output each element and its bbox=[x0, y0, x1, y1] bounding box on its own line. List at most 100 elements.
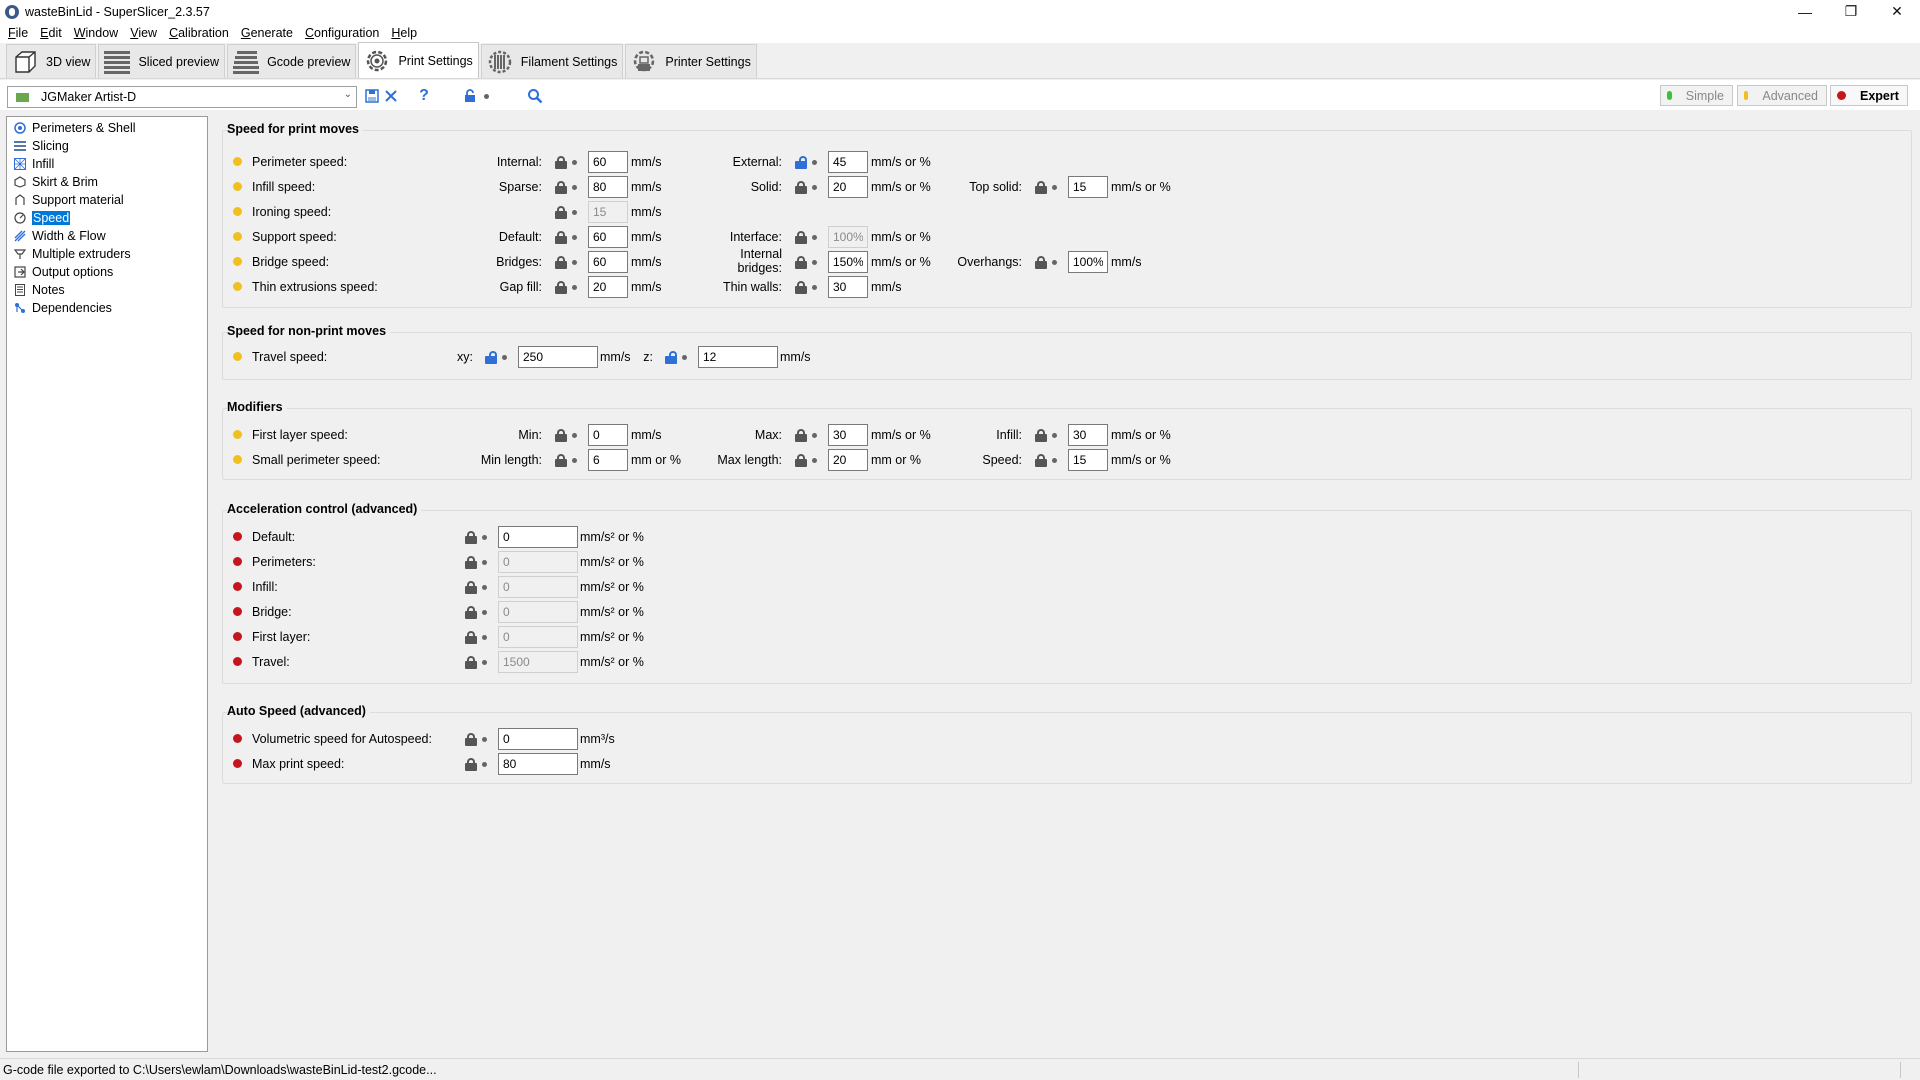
small-perim-min-length-input[interactable] bbox=[588, 449, 628, 471]
accel-first-layer-input[interactable] bbox=[498, 626, 578, 648]
sidebar-item-infill[interactable]: Infill bbox=[7, 155, 207, 173]
reset-dot-icon[interactable] bbox=[812, 185, 817, 190]
lock-icon[interactable] bbox=[795, 429, 807, 442]
reset-dot-icon[interactable] bbox=[572, 458, 577, 463]
lock-icon[interactable] bbox=[465, 656, 477, 669]
mode-expert-button[interactable]: Expert bbox=[1830, 85, 1908, 106]
mode-simple-button[interactable]: Simple bbox=[1660, 85, 1733, 106]
delete-preset-icon[interactable] bbox=[383, 88, 399, 104]
reset-dot-icon[interactable] bbox=[482, 610, 487, 615]
unlocked-icon[interactable] bbox=[795, 156, 807, 169]
lock-icon[interactable] bbox=[555, 181, 567, 194]
minimize-button[interactable]: — bbox=[1782, 0, 1828, 23]
reset-dot-icon[interactable] bbox=[1052, 260, 1057, 265]
lock-icon[interactable] bbox=[795, 181, 807, 194]
tab-printer-settings[interactable]: Printer Settings bbox=[625, 44, 757, 78]
reset-dot-icon[interactable] bbox=[482, 635, 487, 640]
reset-dot-icon[interactable] bbox=[1052, 458, 1057, 463]
small-perim-speed-input[interactable] bbox=[1068, 449, 1108, 471]
save-preset-icon[interactable] bbox=[364, 88, 380, 104]
menu-window[interactable]: Window bbox=[68, 26, 124, 40]
lock-icon[interactable] bbox=[1035, 454, 1047, 467]
sidebar-item-support[interactable]: Support material bbox=[7, 191, 207, 209]
lock-icon[interactable] bbox=[465, 758, 477, 771]
tab-filament-settings[interactable]: Filament Settings bbox=[480, 44, 624, 78]
reset-dot-icon[interactable] bbox=[572, 160, 577, 165]
mode-advanced-button[interactable]: Advanced bbox=[1737, 85, 1827, 106]
accel-perimeters-input[interactable] bbox=[498, 551, 578, 573]
menu-file[interactable]: File bbox=[2, 26, 34, 40]
reset-dot-icon[interactable] bbox=[682, 355, 687, 360]
lock-icon[interactable] bbox=[1035, 181, 1047, 194]
sidebar-item-notes[interactable]: Notes bbox=[7, 281, 207, 299]
accel-default-input[interactable] bbox=[498, 526, 578, 548]
menu-calibration[interactable]: Calibration bbox=[163, 26, 235, 40]
lock-icon[interactable] bbox=[795, 454, 807, 467]
reset-dot-icon[interactable] bbox=[572, 260, 577, 265]
lock-legend-icon[interactable] bbox=[462, 88, 478, 104]
lock-icon[interactable] bbox=[555, 156, 567, 169]
reset-dot-icon[interactable] bbox=[572, 210, 577, 215]
perimeter-internal-input[interactable] bbox=[588, 151, 628, 173]
reset-dot-icon[interactable] bbox=[482, 737, 487, 742]
lock-icon[interactable] bbox=[465, 606, 477, 619]
reset-dot-icon[interactable] bbox=[502, 355, 507, 360]
print-preset-select[interactable]: JGMaker Artist-D ⌄ bbox=[7, 86, 357, 108]
menu-view[interactable]: View bbox=[124, 26, 163, 40]
max-print-speed-input[interactable] bbox=[498, 753, 578, 775]
menu-generate[interactable]: Generate bbox=[235, 26, 299, 40]
reset-dot-icon[interactable] bbox=[572, 235, 577, 240]
first-layer-max-input[interactable] bbox=[828, 424, 868, 446]
lock-icon[interactable] bbox=[555, 429, 567, 442]
lock-icon[interactable] bbox=[795, 256, 807, 269]
reset-dot-icon[interactable] bbox=[482, 762, 487, 767]
lock-icon[interactable] bbox=[555, 281, 567, 294]
unlocked-icon[interactable] bbox=[665, 351, 677, 364]
lock-icon[interactable] bbox=[465, 631, 477, 644]
lock-icon[interactable] bbox=[465, 556, 477, 569]
lock-icon[interactable] bbox=[465, 531, 477, 544]
sidebar-item-perimeters[interactable]: Perimeters & Shell bbox=[7, 119, 207, 137]
accel-bridge-input[interactable] bbox=[498, 601, 578, 623]
reset-dot-icon[interactable] bbox=[812, 285, 817, 290]
lock-icon[interactable] bbox=[555, 256, 567, 269]
lock-icon[interactable] bbox=[555, 231, 567, 244]
travel-xy-input[interactable] bbox=[518, 346, 598, 368]
reset-dot-icon[interactable] bbox=[482, 535, 487, 540]
reset-dot-icon[interactable] bbox=[572, 185, 577, 190]
lock-icon[interactable] bbox=[1035, 429, 1047, 442]
infill-top-solid-input[interactable] bbox=[1068, 176, 1108, 198]
sidebar-item-skirt-brim[interactable]: Skirt & Brim bbox=[7, 173, 207, 191]
tab-sliced-preview[interactable]: Sliced preview bbox=[98, 44, 226, 78]
overhangs-input[interactable] bbox=[1068, 251, 1108, 273]
close-button[interactable]: ✕ bbox=[1874, 0, 1920, 23]
reset-dot-icon[interactable] bbox=[1052, 185, 1057, 190]
reset-dot-icon[interactable] bbox=[1052, 433, 1057, 438]
thin-walls-input[interactable] bbox=[828, 276, 868, 298]
perimeter-external-input[interactable] bbox=[828, 151, 868, 173]
menu-edit[interactable]: Edit bbox=[34, 26, 68, 40]
search-icon[interactable] bbox=[527, 88, 543, 104]
volumetric-speed-input[interactable] bbox=[498, 728, 578, 750]
first-layer-infill-input[interactable] bbox=[1068, 424, 1108, 446]
lock-icon[interactable] bbox=[795, 281, 807, 294]
lock-icon[interactable] bbox=[795, 231, 807, 244]
menu-help[interactable]: Help bbox=[385, 26, 423, 40]
travel-z-input[interactable] bbox=[698, 346, 778, 368]
support-interface-input[interactable] bbox=[828, 226, 868, 248]
menu-configuration[interactable]: Configuration bbox=[299, 26, 385, 40]
reset-dot-icon[interactable] bbox=[572, 285, 577, 290]
gap-fill-input[interactable] bbox=[588, 276, 628, 298]
reset-dot-icon[interactable] bbox=[482, 560, 487, 565]
support-default-input[interactable] bbox=[588, 226, 628, 248]
sidebar-item-output-options[interactable]: Output options bbox=[7, 263, 207, 281]
sidebar-item-multiple-extruders[interactable]: Multiple extruders bbox=[7, 245, 207, 263]
lock-icon[interactable] bbox=[465, 581, 477, 594]
first-layer-min-input[interactable] bbox=[588, 424, 628, 446]
reset-dot-icon[interactable] bbox=[482, 585, 487, 590]
lock-icon[interactable] bbox=[555, 206, 567, 219]
sidebar-item-slicing[interactable]: Slicing bbox=[7, 137, 207, 155]
reset-dot-icon[interactable] bbox=[482, 660, 487, 665]
unlocked-icon[interactable] bbox=[485, 351, 497, 364]
sidebar-item-speed[interactable]: Speed bbox=[7, 209, 207, 227]
